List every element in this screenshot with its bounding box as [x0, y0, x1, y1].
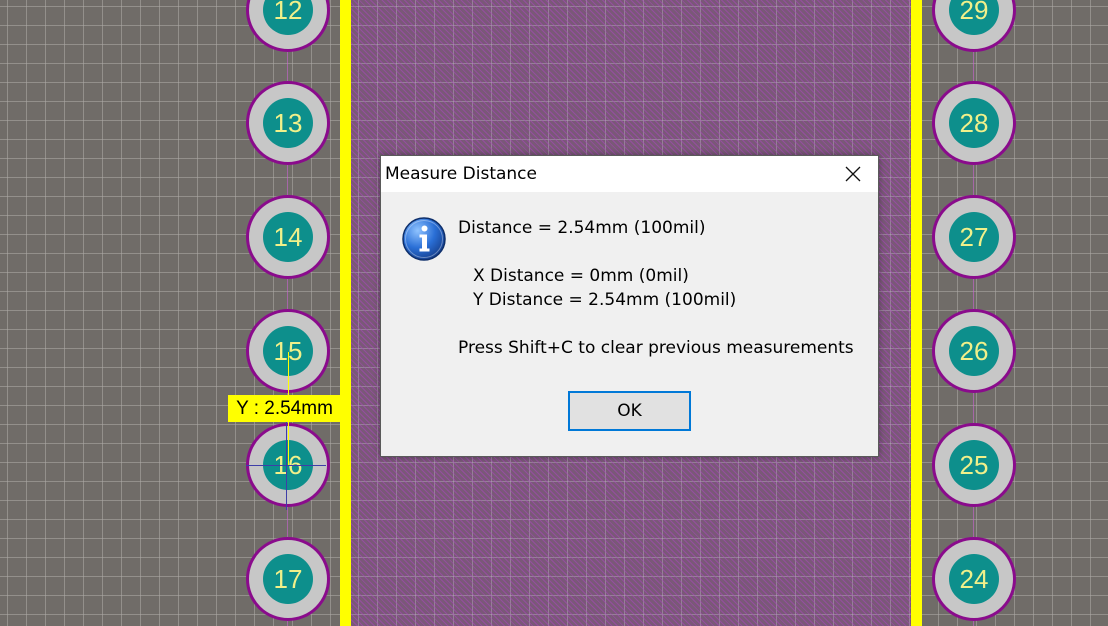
pad-25[interactable]: 25	[932, 423, 1016, 507]
y-distance-text: Y Distance = 2.54mm (100mil)	[473, 290, 737, 310]
silkscreen-right-line	[911, 0, 922, 626]
pad-28[interactable]: 28	[932, 81, 1016, 165]
pad-27[interactable]: 27	[932, 195, 1016, 279]
pad-number: 29	[959, 0, 989, 25]
close-icon	[845, 166, 861, 182]
pad-number: 25	[959, 450, 989, 480]
measure-distance-dialog: Measure Distance Distance = 2.54mm (100m…	[380, 155, 879, 457]
distance-text: Distance = 2.54mm (100mil)	[458, 218, 706, 238]
pad-17[interactable]: 17	[246, 537, 330, 621]
pad-number: 24	[959, 564, 989, 594]
pad-number: 12	[273, 0, 303, 25]
dialog-title: Measure Distance	[385, 164, 537, 184]
pad-number: 26	[959, 336, 989, 366]
pad-number: 28	[959, 108, 989, 138]
pad-number: 17	[273, 564, 303, 594]
pad-number: 14	[273, 222, 303, 252]
close-button[interactable]	[828, 156, 878, 192]
x-distance-text: X Distance = 0mm (0mil)	[473, 266, 689, 286]
dialog-titlebar[interactable]: Measure Distance	[381, 156, 878, 192]
pad-13[interactable]: 13	[246, 81, 330, 165]
pad-24[interactable]: 24	[932, 537, 1016, 621]
ok-button[interactable]: OK	[568, 391, 691, 431]
pad-number: 13	[273, 108, 303, 138]
pad-14[interactable]: 14	[246, 195, 330, 279]
hint-text: Press Shift+C to clear previous measurem…	[458, 338, 854, 358]
pad-26[interactable]: 26	[932, 309, 1016, 393]
crosshair-vertical	[286, 420, 287, 510]
silkscreen-left-line	[340, 0, 351, 626]
pad-29[interactable]: 29	[932, 0, 1016, 52]
pad-number: 27	[959, 222, 989, 252]
pad-12[interactable]: 12	[246, 0, 330, 52]
measurement-label: Y : 2.54mm	[228, 395, 341, 422]
info-icon	[401, 216, 447, 262]
